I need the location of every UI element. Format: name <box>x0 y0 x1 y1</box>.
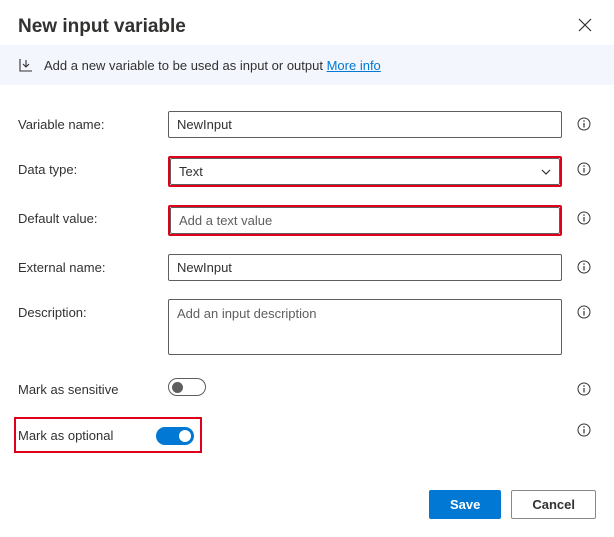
info-icon[interactable] <box>577 305 591 319</box>
save-button[interactable]: Save <box>429 490 501 519</box>
info-icon[interactable] <box>577 117 591 131</box>
mark-optional-label: Mark as optional <box>18 428 156 443</box>
cancel-button[interactable]: Cancel <box>511 490 596 519</box>
data-type-select[interactable]: Text <box>170 158 560 185</box>
banner-text: Add a new variable to be used as input o… <box>44 58 381 73</box>
mark-sensitive-toggle[interactable] <box>168 378 206 396</box>
description-label: Description: <box>18 299 158 320</box>
info-icon[interactable] <box>577 260 591 274</box>
variable-name-input[interactable] <box>168 111 562 138</box>
close-button[interactable] <box>574 14 596 39</box>
import-icon <box>18 57 34 73</box>
default-value-label: Default value: <box>18 205 158 226</box>
mark-sensitive-label: Mark as sensitive <box>18 376 158 397</box>
description-input[interactable] <box>168 299 562 355</box>
variable-name-label: Variable name: <box>18 111 158 132</box>
external-name-label: External name: <box>18 254 158 275</box>
info-icon[interactable] <box>577 382 591 396</box>
info-icon[interactable] <box>577 423 591 437</box>
data-type-label: Data type: <box>18 156 158 177</box>
default-value-input[interactable] <box>170 207 560 234</box>
info-banner: Add a new variable to be used as input o… <box>0 45 614 85</box>
close-icon <box>578 18 592 32</box>
more-info-link[interactable]: More info <box>327 58 381 73</box>
info-icon[interactable] <box>577 162 591 176</box>
external-name-input[interactable] <box>168 254 562 281</box>
dialog-title: New input variable <box>18 16 186 38</box>
mark-optional-toggle[interactable] <box>156 427 194 445</box>
info-icon[interactable] <box>577 211 591 225</box>
